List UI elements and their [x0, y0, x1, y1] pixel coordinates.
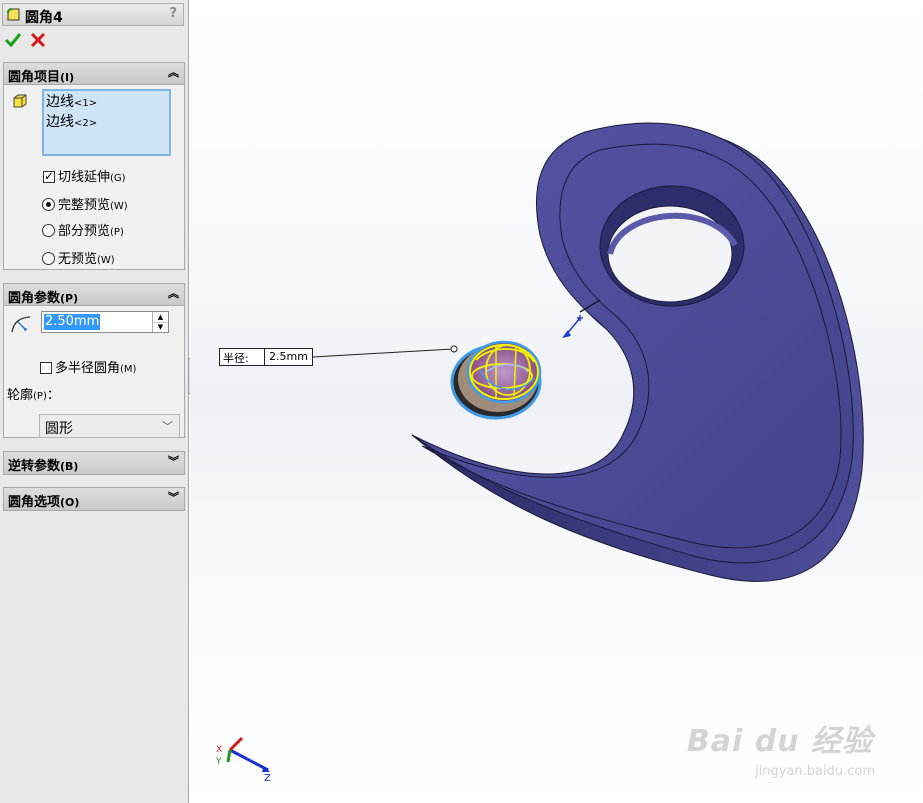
expand-chevron-icon[interactable]: ︾: [168, 491, 179, 505]
multi-radius-checkbox[interactable]: 多半径圆角(M): [40, 357, 136, 376]
radio-button[interactable]: [42, 198, 55, 211]
spin-down-icon[interactable]: ▼: [153, 322, 168, 332]
checkbox-box[interactable]: [43, 169, 55, 183]
fillet-options-title: 圆角选项: [8, 495, 61, 510]
reverse-params-title: 逆转参数: [8, 459, 61, 474]
fillet-items-group: 圆角项目(I) ︽ 边线<1> 边线<2> 切线延伸(G) 完整预览(W) 部分…: [3, 62, 185, 270]
profile-select-value: 圆形: [45, 421, 73, 437]
edge-selection-icon: [13, 94, 27, 108]
radius-input[interactable]: 2.50mm ▲ ▼: [41, 311, 169, 333]
callout-value[interactable]: 2.5mm: [269, 350, 308, 363]
fillet-params-group: 圆角参数(P) ︽ 2.50mm ▲ ▼ 多半径圆角(M) 轮廓(P)： 圆形 …: [3, 283, 185, 438]
fillet-params-header[interactable]: 圆角参数(P) ︽: [4, 284, 184, 306]
graphics-viewport[interactable]: 半径: 2.5mm X Y Z Bai du 经验 jingyan.baidu.…: [190, 0, 923, 803]
callout-label: 半径:: [223, 352, 249, 365]
collapse-chevron-icon[interactable]: ︽: [168, 287, 179, 301]
edge-direction-handle[interactable]: [562, 315, 583, 338]
watermark-url: jingyan.baidu.com: [755, 764, 875, 779]
chevron-down-icon: ﹀: [162, 420, 173, 433]
full-preview-radio[interactable]: 完整预览(W): [42, 194, 128, 213]
fillet-params-key: (P): [60, 292, 79, 305]
feature-title-bar: 圆角4 ?: [2, 3, 184, 26]
radius-value[interactable]: 2.50mm: [44, 314, 101, 330]
tangent-propagation-checkbox[interactable]: 切线延伸(G): [43, 166, 126, 185]
reverse-params-group[interactable]: 逆转参数(B) ︾: [3, 451, 185, 475]
partial-preview-radio[interactable]: 部分预览(P): [42, 220, 124, 239]
fillet-preview-ball[interactable]: [450, 340, 542, 420]
triad-z-label: Z: [264, 773, 271, 782]
radio-button[interactable]: [42, 252, 55, 265]
cancel-x-icon[interactable]: [29, 31, 47, 49]
fillet-options-header[interactable]: 圆角选项(O) ︾: [4, 488, 184, 510]
fillet-items-header[interactable]: 圆角项目(I) ︽: [4, 63, 184, 85]
ok-check-icon[interactable]: [4, 31, 22, 49]
coordinate-triad-icon: X Y Z: [215, 736, 271, 782]
triad-x-label: X: [216, 745, 222, 755]
collapse-chevron-icon[interactable]: ︽: [168, 66, 179, 80]
list-item[interactable]: 边线<2>: [46, 113, 167, 133]
model-graphics: [312, 122, 864, 582]
feature-title: 圆角4: [25, 10, 63, 26]
profile-select[interactable]: 圆形 ﹀: [39, 414, 180, 438]
checkbox-box[interactable]: [40, 362, 52, 374]
radio-button[interactable]: [42, 224, 55, 237]
property-manager-panel: 圆角4 ? 圆角项目(I) ︽ 边线<1> 边线<2> 切线延伸(G) 完整预览…: [0, 0, 189, 803]
edge-selection-list[interactable]: 边线<1> 边线<2>: [42, 89, 171, 156]
no-preview-radio[interactable]: 无预览(W): [42, 248, 115, 267]
fillet-options-group[interactable]: 圆角选项(O) ︾: [3, 487, 185, 511]
model-hole: [607, 205, 733, 303]
reverse-params-header[interactable]: 逆转参数(B) ︾: [4, 452, 184, 474]
reverse-params-key: (B): [60, 460, 79, 473]
fillet-items-title: 圆角项目: [8, 70, 61, 85]
radius-icon: [11, 316, 31, 333]
triad-y-label: Y: [215, 757, 222, 767]
help-icon[interactable]: ?: [169, 6, 177, 21]
fillet-params-title: 圆角参数: [8, 291, 61, 306]
expand-chevron-icon[interactable]: ︾: [168, 455, 179, 469]
fillet-options-key: (O): [60, 496, 80, 509]
profile-label: 轮廓(P)：: [7, 388, 60, 403]
list-item[interactable]: 边线<1>: [46, 93, 167, 113]
fillet-feature-icon: [7, 8, 20, 21]
fillet-items-key: (I): [60, 71, 75, 84]
radius-callout[interactable]: 半径: 2.5mm: [219, 348, 313, 366]
watermark-logo: Bai du 经验: [686, 724, 873, 759]
